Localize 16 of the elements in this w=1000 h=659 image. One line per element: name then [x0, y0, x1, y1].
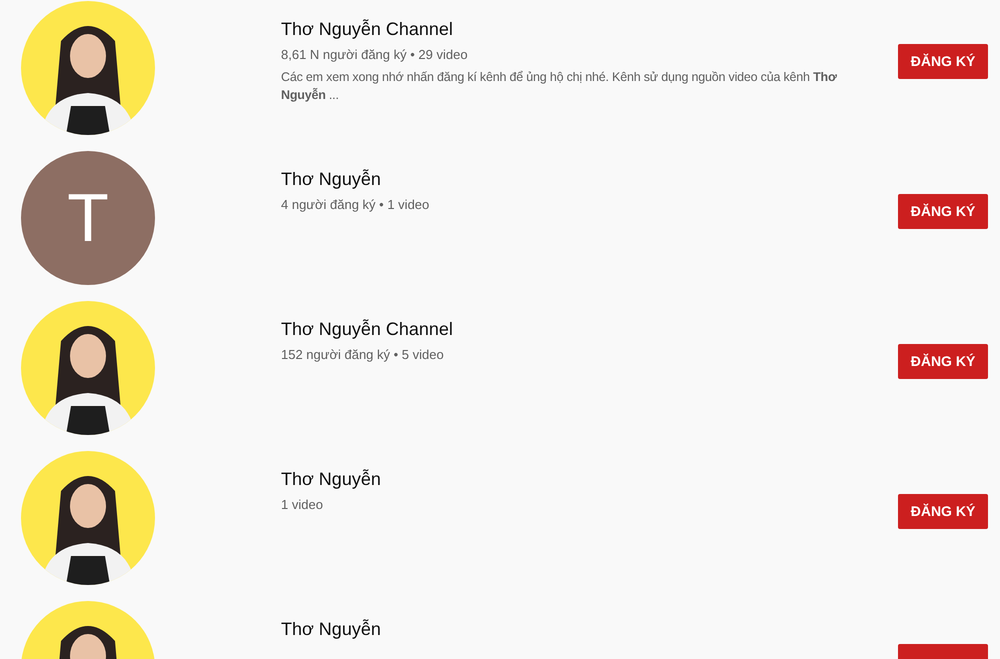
subscribe-button[interactable]: ĐĂNG KÝ [898, 194, 988, 229]
channel-stats: 4 người đăng ký • 1 video [281, 196, 430, 214]
channel-name[interactable]: Thơ Nguyễn [281, 168, 874, 190]
subscribe-button[interactable]: ĐĂNG KÝ [898, 44, 988, 79]
channel-name[interactable]: Thơ Nguyễn Channel [281, 18, 874, 40]
subscribe-button[interactable]: ĐĂNG KÝ [898, 344, 988, 379]
channel-name[interactable]: Thơ Nguyễn [281, 618, 874, 640]
channel-name[interactable]: Thơ Nguyễn [281, 468, 874, 490]
channel-stats: 152 người đăng ký • 5 video [281, 346, 445, 364]
channel-name[interactable]: Thơ Nguyễn Channel [281, 318, 874, 340]
channel-stats: 1 video [281, 496, 324, 514]
channel-avatar[interactable]: T [21, 151, 155, 285]
channel-stats: 8,61 N người đăng ký • 29 video [281, 46, 469, 64]
avatar-letter: T [67, 184, 109, 252]
channel-description: Các em xem xong nhớ nhấn đăng kí kênh để ủng hộ chị nhé. Kênh sử dụng nguồn video của kênh Thơ Nguyễn ... [281, 69, 838, 104]
subscribe-button[interactable]: ĐĂNG KÝ [898, 494, 988, 529]
